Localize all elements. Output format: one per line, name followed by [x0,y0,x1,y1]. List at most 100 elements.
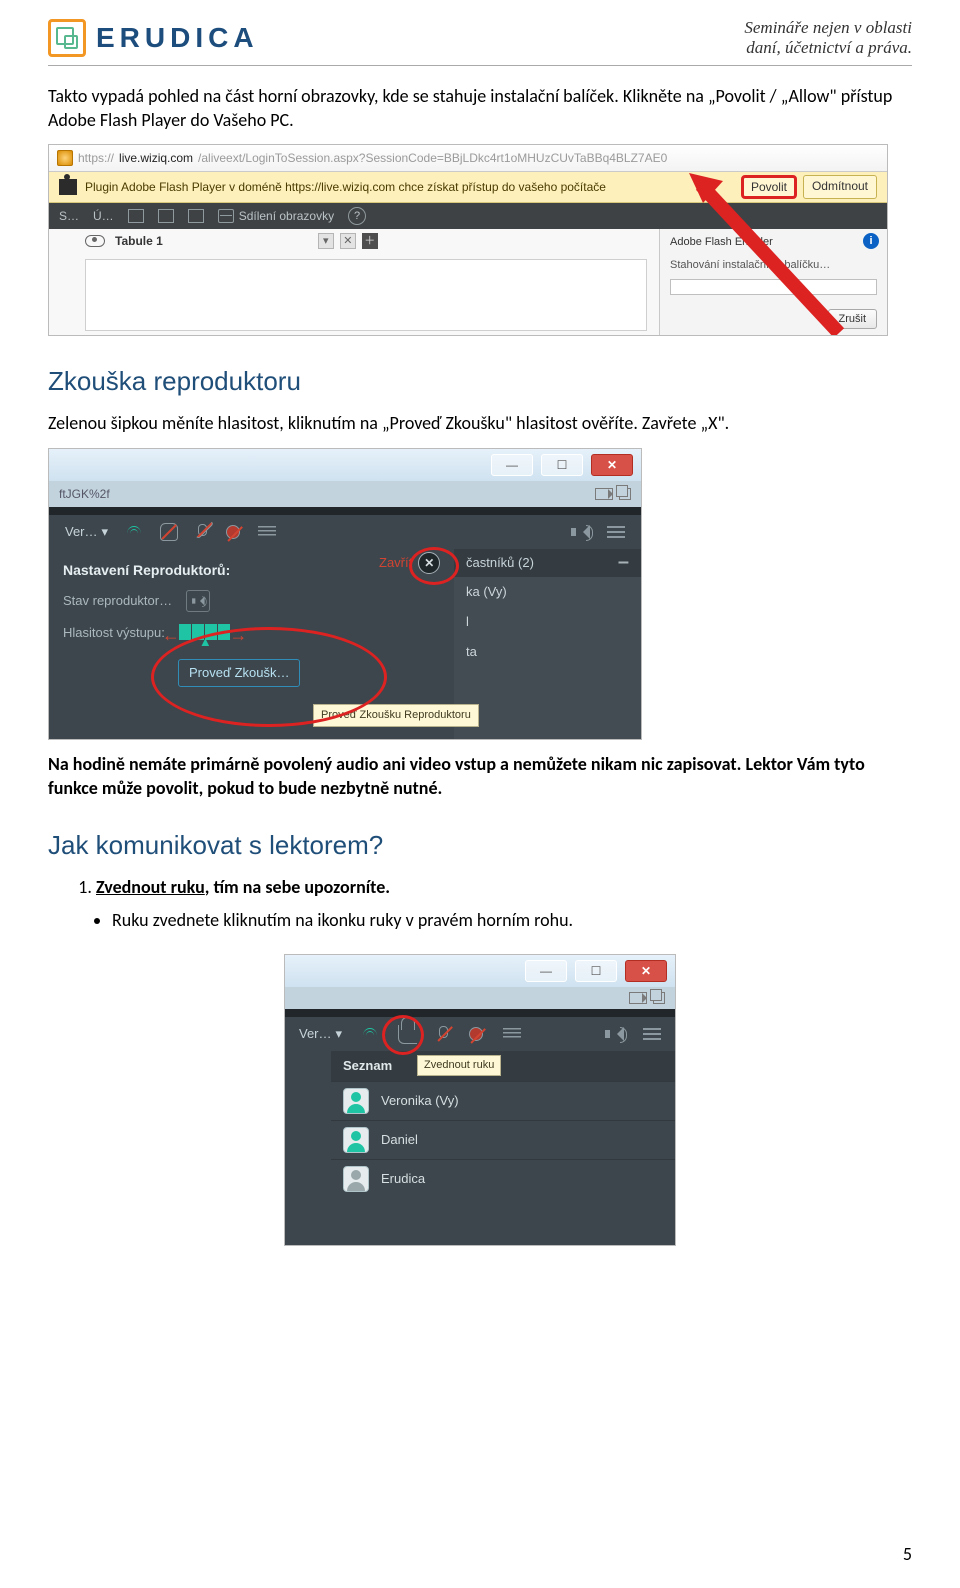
url-path: /aliveext/LoginToSession.aspx?SessionCod… [198,150,667,166]
whiteboard-tab[interactable]: Tabule 1 [115,233,163,249]
participants-header: častníků (2) [466,554,534,572]
window-maximize-button[interactable]: ☐ [575,960,617,982]
paragraph-speaker-test: Zelenou šipkou měníte hlasitost, kliknut… [48,411,912,435]
controls-bar: Ver… ▾ [49,515,641,549]
microphone-muted-icon[interactable] [196,524,208,540]
participant-item[interactable]: ka (Vy) [454,577,641,607]
window-maximize-button[interactable]: ☐ [541,454,583,476]
divider [285,1009,675,1017]
deny-button[interactable]: Odmítnout [803,175,877,199]
version-dropdown[interactable]: Ver… ▾ [65,523,108,541]
paragraph-permissions: Na hodině nemáte primárně povolený audio… [48,752,912,801]
flash-enabler-panel: i Adobe Flash Enabler Stahování instalač… [659,229,887,336]
screenshot-speaker-settings: ― ☐ ✕ ftJGK%2f Ver… ▾ Nastavení Reproduk… [48,448,642,740]
window-popout-icon[interactable] [619,488,631,500]
participant-item[interactable]: l [454,607,641,637]
speaker-icon[interactable] [571,525,589,539]
address-bar[interactable]: https:// live.wiziq.com /aliveext/LoginT… [49,145,887,172]
participant-row[interactable]: Daniel [331,1120,675,1159]
enabler-status: Stahování instalačního balíčku… [670,258,877,273]
allow-button[interactable]: Povolit [741,175,797,199]
brand-tagline: Semináře nejen v oblasti daní, účetnictv… [744,18,912,59]
tab-add-icon[interactable]: ＋ [362,233,378,249]
tab-dropdown-icon[interactable]: ▾ [318,233,334,249]
brand: ERUDICA [48,19,259,57]
toolbar-item-icon[interactable] [158,209,174,223]
hamburger-menu-icon[interactable] [643,1028,661,1040]
brand-logo-icon [48,19,86,57]
toolbar-item-s[interactable]: S… [59,208,79,224]
screenshot-browser-plugin: https:// live.wiziq.com /aliveext/LoginT… [48,144,888,336]
panel-title: Nastavení Reproduktorů: [63,561,365,580]
browser-tab-strip: ftJGK%2f [49,481,641,507]
annotation-circle-icon [409,547,459,585]
record-disabled-icon[interactable] [469,1027,483,1041]
window-controls: ― ☐ ✕ [285,955,675,987]
paragraph-intro: Takto vypadá pohled na část horní obrazo… [48,84,912,133]
participants-list: Seznam Veronika (Vy) Daniel Erudica [331,1051,675,1245]
screen-share-icon [218,209,234,223]
wifi-icon[interactable] [362,1028,378,1040]
security-shield-icon [57,150,73,166]
window-popout-icon[interactable] [653,992,665,1004]
version-dropdown[interactable]: Ver… ▾ [299,1025,342,1043]
participant-row[interactable]: Erudica [331,1159,675,1198]
workspace: Tabule 1 ▾ ✕ ＋ i Adobe Flash Enabler Sta… [49,229,887,336]
hamburger-menu-icon[interactable] [607,526,625,538]
bullet-list: Ruku zvednete kliknutím na ikonku ruky v… [102,908,912,932]
window-close-button[interactable]: ✕ [625,960,667,982]
list-header: Seznam [331,1051,675,1081]
equalizer-icon[interactable] [258,526,276,538]
participant-item[interactable]: ta [454,637,641,667]
whiteboard-canvas[interactable] [85,259,647,331]
annotation-circle-icon [382,1015,424,1055]
record-disabled-icon[interactable] [226,525,240,539]
window-controls: ― ☐ ✕ [49,449,641,481]
list-item: Ruku zvednete kliknutím na ikonku ruky v… [112,908,912,932]
toolbar-item-icon[interactable] [128,209,144,223]
plugin-permission-bar: Plugin Adobe Flash Player v doméně https… [49,172,887,203]
help-icon[interactable]: ? [348,207,366,225]
speaker-status-icon[interactable] [186,590,210,612]
equalizer-icon[interactable] [503,1028,521,1040]
arrow-left-icon: ← [162,623,180,647]
toolbar-item-u[interactable]: Ú… [93,208,114,224]
eye-icon[interactable] [85,235,105,247]
close-label: Zavřít [379,554,412,572]
speaker-icon[interactable] [605,1027,623,1041]
tooltip: Zvednout ruku [417,1055,501,1076]
raise-hand-icon[interactable] [160,523,178,541]
wifi-icon[interactable] [126,526,142,538]
window-minimize-button[interactable]: ― [491,454,533,476]
annotation-circle-icon [151,627,387,727]
avatar-icon [343,1127,369,1153]
camera-icon[interactable] [595,488,613,500]
ordered-list: Zvednout ruku, tím na sebe upozorníte. [78,875,912,899]
toolbar-screen-share[interactable]: Sdílení obrazovky [218,208,334,224]
output-volume-label: Hlasitost výstupu: [63,624,165,642]
window-minimize-button[interactable]: ― [525,960,567,982]
collapse-icon[interactable]: – [618,549,629,576]
participants-panel-partial: častníků (2) – ka (Vy) l ta [454,549,641,739]
plugin-puzzle-icon [59,179,77,195]
toolbar-item-icon[interactable] [188,209,204,223]
app-toolbar: S… Ú… Sdílení obrazovky ? [49,203,887,229]
progress-bar [670,279,877,295]
url-domain: live.wiziq.com [119,150,193,166]
cancel-button[interactable]: Zrušit [828,309,878,330]
camera-icon[interactable] [629,992,647,1004]
controls-bar: Ver… ▾ [285,1017,675,1051]
participant-row[interactable]: Veronika (Vy) [331,1081,675,1120]
heading-speaker-test: Zkouška reproduktoru [48,364,912,399]
microphone-muted-icon[interactable] [437,1026,449,1042]
tab-close-icon[interactable]: ✕ [340,233,356,249]
browser-tab[interactable]: ftJGK%2f [59,486,110,502]
page-header: ERUDICA Semináře nejen v oblasti daní, ú… [48,18,912,59]
avatar-icon [343,1088,369,1114]
page-number: 5 [903,1542,912,1566]
heading-communicate: Jak komunikovat s lektorem? [48,828,912,863]
browser-tab-strip [285,987,675,1009]
header-divider [48,65,912,66]
speaker-status-label: Stav reproduktor… [63,592,172,610]
window-close-button[interactable]: ✕ [591,454,633,476]
